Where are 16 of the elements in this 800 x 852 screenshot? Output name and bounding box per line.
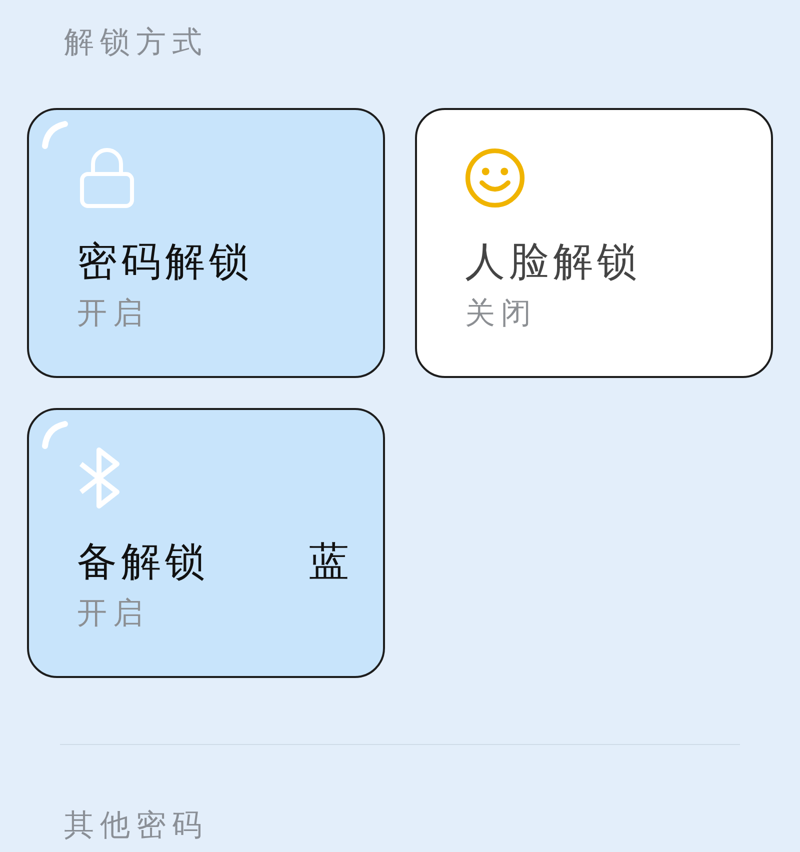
unlock-card[interactable]: 密码解锁 开启: [27, 108, 385, 378]
smiley-icon: [465, 146, 525, 210]
card-title: 蓝: [309, 538, 353, 586]
section-title: 解锁方式: [63, 24, 209, 62]
card-status: 开启: [77, 595, 149, 633]
shine-mark: [41, 420, 71, 450]
card-title: 人脸解锁: [465, 238, 641, 286]
card-title: 密码解锁: [77, 238, 253, 286]
card-status: 开启: [77, 295, 149, 333]
lock-icon: [77, 146, 137, 210]
shine-mark: [41, 120, 71, 150]
card-title: 备解锁: [77, 538, 209, 586]
section-title: 其他密码: [63, 807, 209, 845]
unlock-card[interactable]: 备解锁 蓝 开启: [27, 408, 385, 678]
card-status: 关闭: [465, 295, 537, 333]
unlock-card[interactable]: 人脸解锁 关闭: [415, 108, 773, 378]
